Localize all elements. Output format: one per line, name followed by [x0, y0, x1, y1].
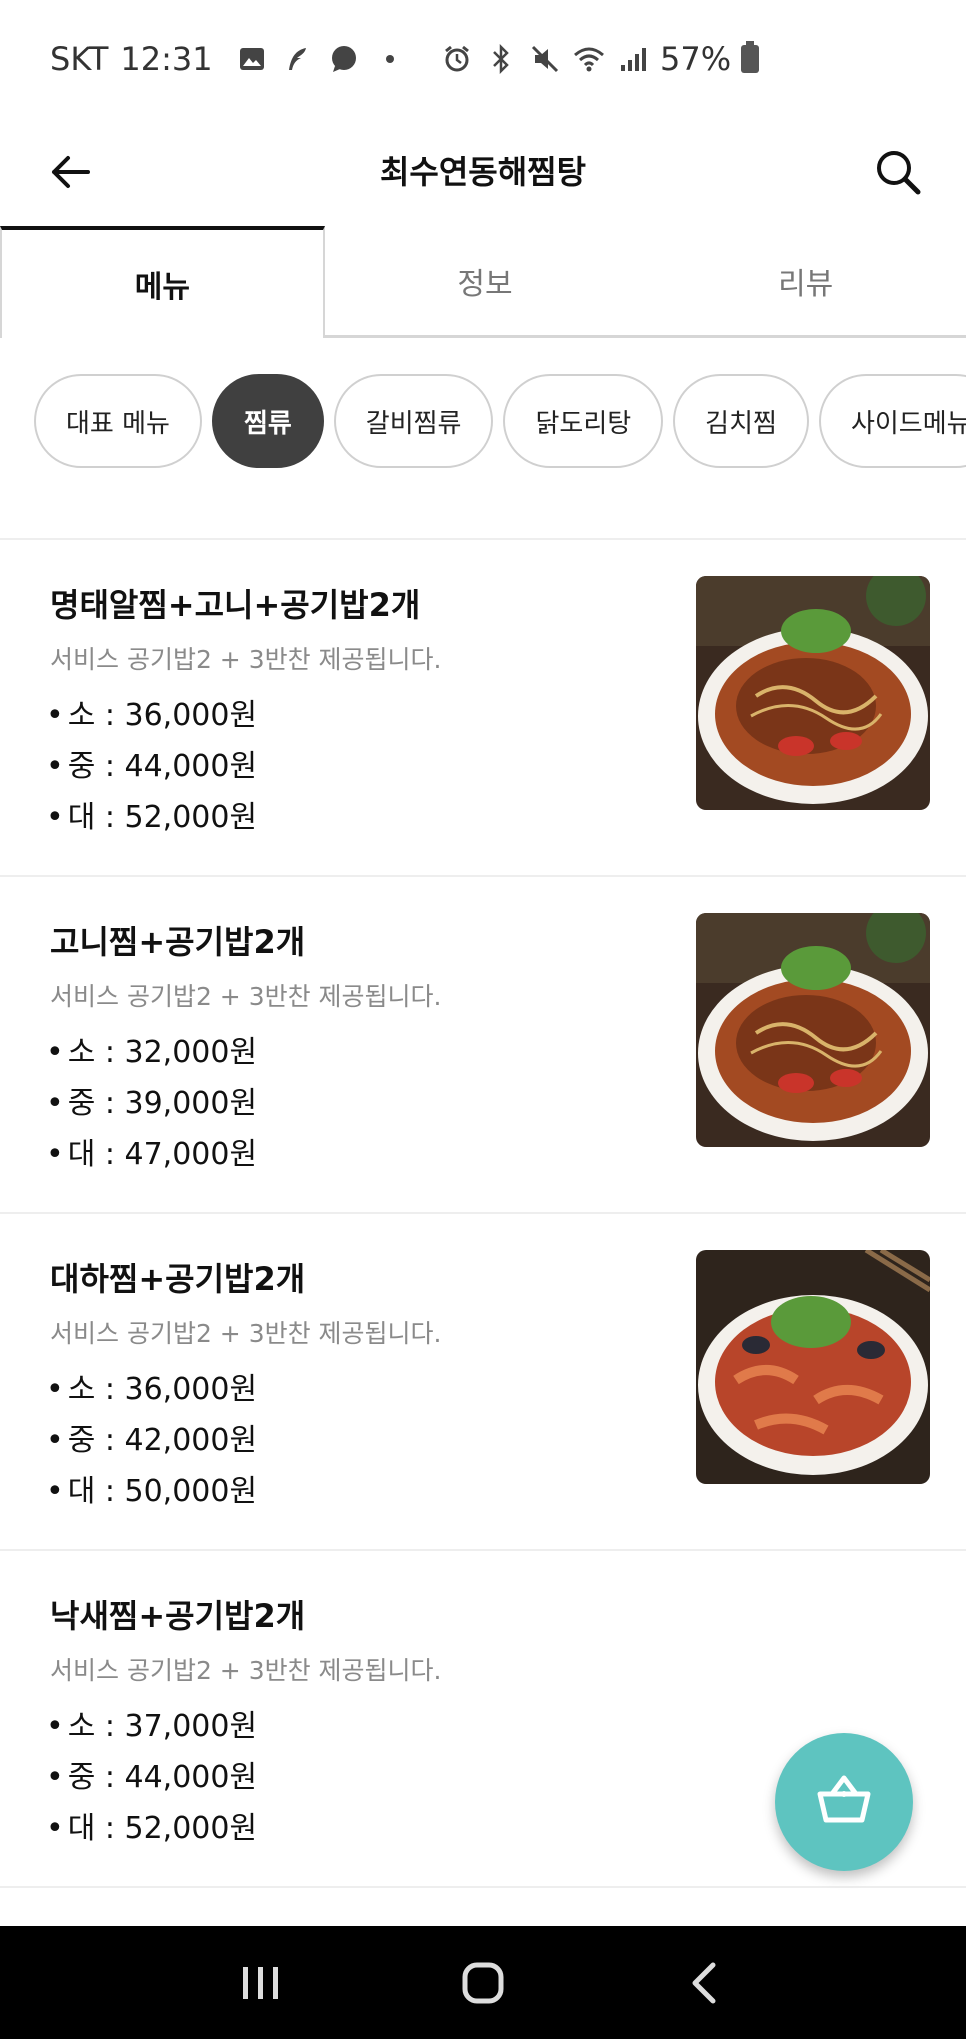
chip-dakdoritang[interactable]: 닭도리탕: [503, 374, 664, 468]
battery-percent: 57%: [660, 40, 732, 78]
carrier-label: SKT: [50, 40, 109, 78]
back-icon[interactable]: [665, 1943, 745, 2023]
page-title: 최수연동해찜탕: [379, 153, 587, 191]
price-medium: 중 : 39,000원: [46, 1078, 257, 1129]
gallery-icon: [235, 42, 269, 76]
menu-item-name: 명태알찜+고니+공기밥2개: [50, 586, 421, 624]
status-bar: SKT 12:31 57%: [0, 0, 966, 118]
tab-label: 정보: [457, 266, 513, 302]
chip-featured[interactable]: 대표 메뉴: [34, 374, 202, 468]
menu-item[interactable]: 고니찜+공기밥2개 서비스 공기밥2 + 3반찬 제공됩니다. 소 : 32,0…: [0, 877, 966, 1214]
price-large: 대 : 52,000원: [46, 792, 257, 843]
price-large: 대 : 52,000원: [46, 1803, 257, 1854]
menu-item[interactable]: 명태알찜+고니+공기밥2개 서비스 공기밥2 + 3반찬 제공됩니다. 소 : …: [0, 540, 966, 877]
price-medium: 중 : 42,000원: [46, 1415, 257, 1466]
feather-icon: [281, 42, 315, 76]
cart-button[interactable]: [775, 1733, 913, 1871]
menu-item-description: 서비스 공기밥2 + 3반찬 제공됩니다.: [50, 1319, 442, 1348]
price-medium: 중 : 44,000원: [46, 1752, 257, 1803]
chat-icon: [327, 42, 361, 76]
alarm-icon: [440, 42, 474, 76]
tab-info[interactable]: 정보: [325, 226, 646, 335]
menu-item-name: 대하찜+공기밥2개: [50, 1260, 306, 1298]
menu-item-description: 서비스 공기밥2 + 3반찬 제공됩니다.: [50, 645, 442, 674]
recent-apps-icon[interactable]: [221, 1943, 301, 2023]
menu-item-description: 서비스 공기밥2 + 3반찬 제공됩니다.: [50, 1656, 442, 1685]
menu-item-name: 고니찜+공기밥2개: [50, 923, 306, 961]
menu-item[interactable]: 대하찜+공기밥2개 서비스 공기밥2 + 3반찬 제공됩니다. 소 : 36,0…: [0, 1214, 966, 1551]
tab-reviews[interactable]: 리뷰: [645, 226, 966, 335]
mute-icon: [528, 42, 562, 76]
menu-item-prices: 소 : 36,000원 중 : 44,000원 대 : 52,000원: [46, 690, 257, 843]
menu-item-photo: [696, 913, 930, 1147]
home-icon[interactable]: [443, 1943, 523, 2023]
menu-item-prices: 소 : 32,000원 중 : 39,000원 대 : 47,000원: [46, 1027, 257, 1180]
menu-item-photo: [696, 1250, 930, 1484]
search-icon[interactable]: [866, 140, 930, 204]
menu-item-photo: [696, 576, 930, 810]
price-small: 소 : 37,000원: [46, 1701, 257, 1752]
menu-item-prices: 소 : 37,000원 중 : 44,000원 대 : 52,000원: [46, 1701, 257, 1854]
price-medium: 중 : 44,000원: [46, 741, 257, 792]
price-small: 소 : 36,000원: [46, 1364, 257, 1415]
menu-list: 명태알찜+고니+공기밥2개 서비스 공기밥2 + 3반찬 제공됩니다. 소 : …: [0, 540, 966, 1888]
price-small: 소 : 32,000원: [46, 1027, 257, 1078]
price-large: 대 : 47,000원: [46, 1129, 257, 1180]
tab-label: 리뷰: [778, 266, 834, 302]
chip-galbi-jjim[interactable]: 갈비찜류: [333, 374, 494, 468]
dot-icon: [373, 42, 407, 76]
menu-item-description: 서비스 공기밥2 + 3반찬 제공됩니다.: [50, 982, 442, 1011]
price-small: 소 : 36,000원: [46, 690, 257, 741]
app-header: 최수연동해찜탕: [0, 118, 966, 226]
price-large: 대 : 50,000원: [46, 1466, 257, 1517]
battery-icon: [741, 41, 760, 73]
signal-icon: [616, 42, 650, 76]
menu-item-prices: 소 : 36,000원 중 : 42,000원 대 : 50,000원: [46, 1364, 257, 1517]
chip-side-menu[interactable]: 사이드메뉴: [818, 374, 966, 468]
category-chips: 대표 메뉴 찜류 갈비찜류 닭도리탕 김치찜 사이드메뉴: [34, 374, 966, 468]
menu-item-name: 낙새찜+공기밥2개: [50, 1597, 306, 1635]
tab-label: 메뉴: [134, 270, 190, 305]
system-nav-bar: [0, 1926, 966, 2039]
tab-menu[interactable]: 메뉴: [0, 226, 325, 338]
chip-kimchi-jjim[interactable]: 김치찜: [673, 374, 809, 468]
tab-bar: 메뉴 정보 리뷰: [0, 226, 966, 338]
shopping-basket-icon: [814, 1772, 874, 1832]
wifi-icon: [572, 42, 606, 76]
chip-jjim[interactable]: 찜류: [211, 374, 324, 468]
clock-label: 12:31: [120, 40, 213, 78]
bluetooth-icon: [484, 42, 518, 76]
